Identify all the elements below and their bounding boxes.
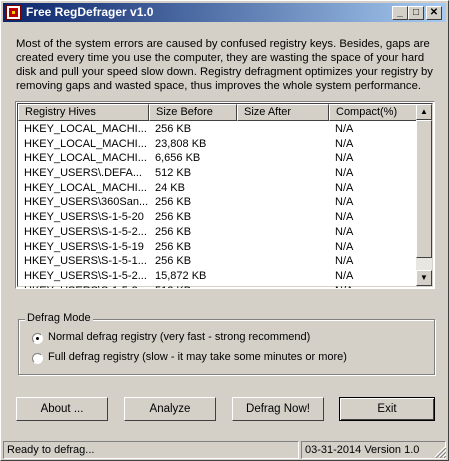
- table-row[interactable]: HKEY_LOCAL_MACHI... 6,656 KB N/A: [18, 151, 419, 166]
- table-row[interactable]: HKEY_USERS\S-1-5-2... 512 KB N/A: [18, 284, 419, 288]
- table-row[interactable]: HKEY_LOCAL_MACHI... 24 KB N/A: [18, 181, 419, 196]
- cell-size-before: 6,656 KB: [155, 152, 201, 165]
- resize-grip-icon[interactable]: [434, 446, 446, 458]
- exit-button[interactable]: Exit: [339, 397, 435, 421]
- cell-registry-hive: HKEY_USERS\S-1-5-2...: [24, 269, 147, 282]
- table-row[interactable]: HKEY_USERS\.DEFA... 512 KB N/A: [18, 166, 419, 181]
- minimize-button[interactable]: _: [392, 6, 408, 20]
- cell-registry-hive: HKEY_USERS\S-1-5-1...: [24, 255, 147, 268]
- table-row[interactable]: HKEY_USERS\360San... 256 KB N/A: [18, 195, 419, 210]
- column-header-compact[interactable]: Compact(%): [329, 104, 419, 121]
- scroll-up-icon[interactable]: ▲: [416, 104, 432, 120]
- version-text: 03-31-2014 Version 1.0: [301, 441, 446, 459]
- cell-size-before: 256 KB: [155, 211, 192, 224]
- cell-compact: N/A: [335, 269, 354, 282]
- cell-registry-hive: HKEY_USERS\S-1-5-2...: [24, 284, 149, 288]
- window-title: Free RegDefrager v1.0: [26, 5, 154, 19]
- cell-registry-hive: HKEY_USERS\S-1-5-2...: [24, 225, 147, 238]
- cell-size-before: 256 KB: [155, 240, 192, 253]
- maximize-button[interactable]: □: [408, 6, 424, 20]
- cell-registry-hive: HKEY_LOCAL_MACHI...: [24, 181, 147, 194]
- scroll-down-icon[interactable]: ▼: [416, 270, 432, 286]
- cell-compact: N/A: [335, 255, 354, 268]
- cell-size-before: 15,872 KB: [155, 269, 207, 282]
- cell-registry-hive: HKEY_LOCAL_MACHI...: [24, 137, 147, 150]
- defrag-mode-group: Defrag Mode Normal defrag registry (very…: [18, 312, 435, 375]
- cell-size-before: 256 KB: [155, 196, 192, 209]
- cell-registry-hive: HKEY_USERS\S-1-5-20: [24, 211, 144, 224]
- table-row[interactable]: HKEY_USERS\S-1-5-2... 256 KB N/A: [18, 225, 419, 240]
- defrag-mode-label: Defrag Mode: [25, 312, 93, 324]
- cell-compact: N/A: [335, 181, 354, 194]
- cell-registry-hive: HKEY_LOCAL_MACHI...: [24, 123, 147, 135]
- cell-registry-hive: HKEY_USERS\.DEFA...: [24, 167, 142, 180]
- column-header-size-before[interactable]: Size Before: [149, 104, 237, 121]
- cell-compact: N/A: [335, 240, 354, 253]
- cell-compact: N/A: [335, 225, 354, 238]
- column-header-size-after[interactable]: Size After: [237, 104, 329, 121]
- cell-compact: N/A: [335, 284, 415, 288]
- defrag-now-button[interactable]: Defrag Now!: [232, 397, 324, 421]
- full-defrag-label[interactable]: Full defrag registry (slow - it may take…: [48, 351, 347, 363]
- table-row[interactable]: HKEY_USERS\S-1-5-2... 15,872 KB N/A: [18, 269, 419, 284]
- cell-size-before: 512 KB: [155, 284, 239, 288]
- column-header-registry-hives[interactable]: Registry Hives: [18, 104, 149, 121]
- title-bar[interactable]: Free RegDefrager v1.0 _ □ ✕: [3, 3, 446, 22]
- status-text: Ready to defrag...: [3, 441, 299, 459]
- full-defrag-radio[interactable]: [32, 353, 43, 364]
- table-row[interactable]: HKEY_USERS\S-1-5-20 256 KB N/A: [18, 210, 419, 225]
- cell-size-before: 256 KB: [155, 123, 192, 135]
- cell-size-before: 256 KB: [155, 255, 192, 268]
- cell-size-before: 23,808 KB: [155, 137, 207, 150]
- cell-compact: N/A: [335, 211, 354, 224]
- cell-registry-hive: HKEY_USERS\S-1-5-19: [24, 240, 144, 253]
- table-row[interactable]: HKEY_LOCAL_MACHI... 256 KB N/A: [18, 122, 419, 137]
- cell-compact: N/A: [335, 196, 354, 209]
- close-button[interactable]: ✕: [426, 6, 442, 20]
- analyze-button[interactable]: Analyze: [124, 397, 216, 421]
- normal-defrag-radio[interactable]: [32, 333, 43, 344]
- app-window: Free RegDefrager v1.0 _ □ ✕ Most of the …: [0, 0, 449, 461]
- table-row[interactable]: HKEY_USERS\S-1-5-19 256 KB N/A: [18, 240, 419, 255]
- cell-size-before: 256 KB: [155, 225, 192, 238]
- cell-compact: N/A: [335, 123, 354, 135]
- cell-compact: N/A: [335, 167, 354, 180]
- vertical-scrollbar[interactable]: ▲ ▼: [416, 104, 432, 286]
- intro-text: Most of the system errors are caused by …: [16, 38, 433, 92]
- cell-compact: N/A: [335, 137, 354, 150]
- table-row[interactable]: HKEY_USERS\S-1-5-1... 256 KB N/A: [18, 254, 419, 269]
- cell-size-before: 24 KB: [155, 181, 185, 194]
- table-rows: HKEY_LOCAL_MACHI... 256 KB N/A HKEY_LOCAL_M…: [18, 122, 419, 288]
- cell-registry-hive: HKEY_LOCAL_MACHI...: [24, 152, 147, 165]
- cell-size-before: 512 KB: [155, 167, 192, 180]
- cell-registry-hive: HKEY_USERS\360San...: [24, 196, 149, 209]
- scroll-thumb[interactable]: [416, 120, 432, 258]
- app-icon: [6, 5, 21, 20]
- normal-defrag-label[interactable]: Normal defrag registry (very fast - stro…: [48, 331, 310, 343]
- registry-hives-list[interactable]: Registry Hives Size Before Size After Co…: [15, 101, 435, 289]
- cell-compact: N/A: [335, 152, 354, 165]
- about-button[interactable]: About ...: [16, 397, 108, 421]
- table-row[interactable]: HKEY_LOCAL_MACHI... 23,808 KB N/A: [18, 137, 419, 152]
